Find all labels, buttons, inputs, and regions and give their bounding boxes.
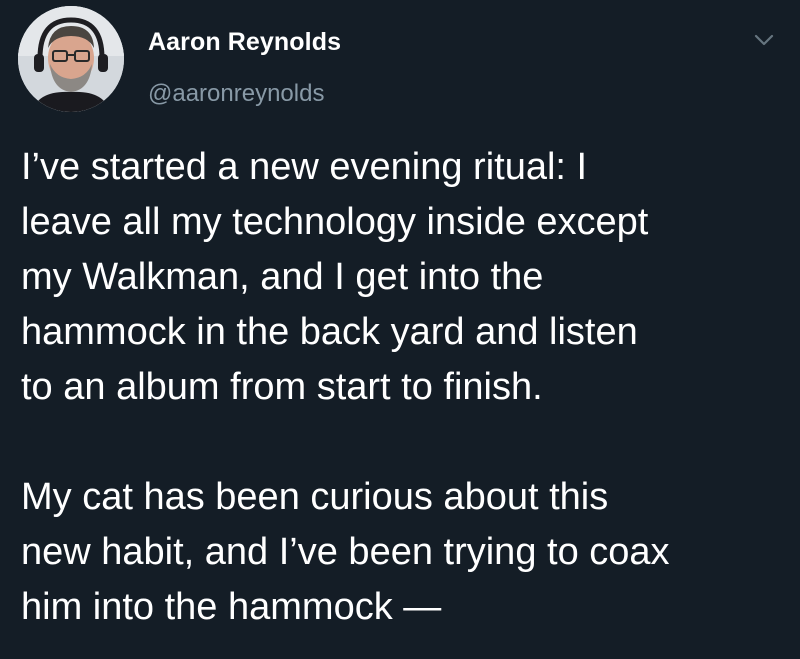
author-handle[interactable]: @aaronreynolds (148, 80, 324, 108)
tweet-paragraph: I’ve started a new evening ritual: I lea… (21, 140, 791, 415)
tweet-card: Aaron Reynolds @aaronreynolds I’ve start… (0, 0, 800, 659)
tweet-line: to an album from start to finish. (21, 366, 543, 408)
tweet-line: new habit, and I’ve been trying to coax (21, 531, 670, 573)
tweet-header: Aaron Reynolds @aaronreynolds (18, 6, 788, 116)
author-name[interactable]: Aaron Reynolds (148, 28, 341, 57)
avatar-photo (18, 6, 124, 112)
tweet-line: I’ve started a new evening ritual: I (21, 146, 588, 188)
tweet-line: my Walkman, and I get into the (21, 256, 544, 298)
author-avatar[interactable] (18, 6, 124, 112)
tweet-line: leave all my technology inside except (21, 201, 649, 243)
tweet-body: I’ve started a new evening ritual: I lea… (21, 140, 791, 635)
tweet-paragraph: My cat has been curious about this new h… (21, 470, 791, 635)
tweet-line: hammock in the back yard and listen (21, 311, 638, 353)
tweet-line: My cat has been curious about this (21, 476, 609, 518)
chevron-down-icon[interactable] (754, 32, 774, 48)
tweet-line: him into the hammock — (21, 586, 442, 628)
